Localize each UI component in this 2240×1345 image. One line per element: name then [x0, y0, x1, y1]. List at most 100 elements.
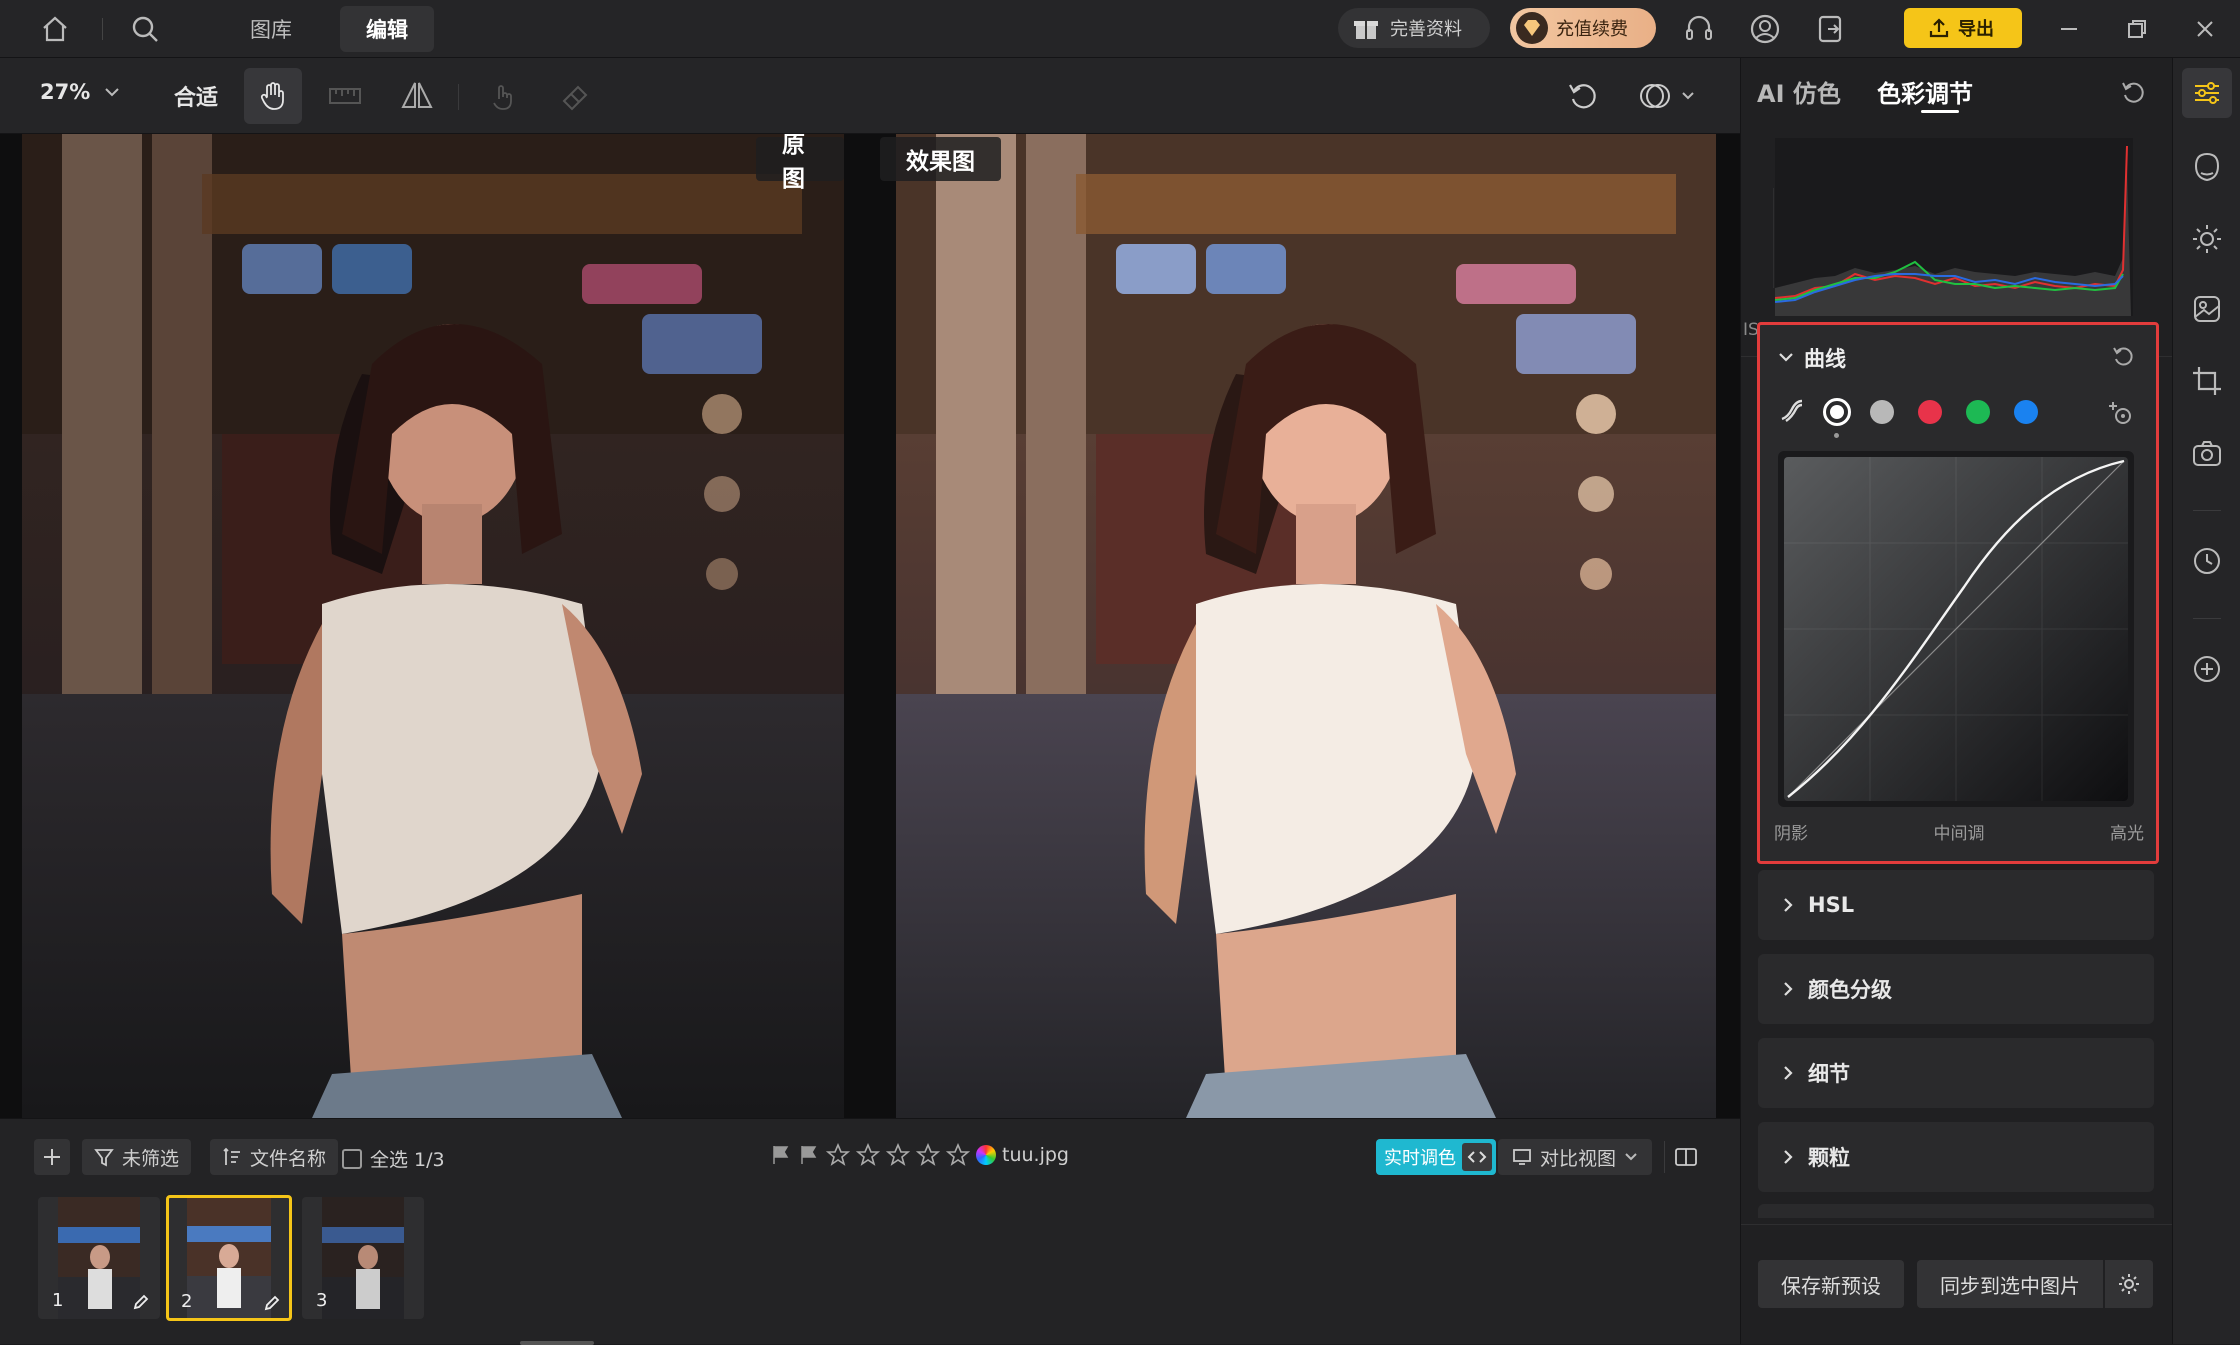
chevron-right-icon — [1784, 898, 1793, 912]
select-all-checkbox[interactable]: 全选 1/3 — [342, 1145, 445, 1172]
chevron-right-icon — [1784, 1066, 1793, 1080]
sliders-icon — [2195, 82, 2219, 104]
undo-button[interactable] — [1554, 68, 1612, 124]
sync-button[interactable]: 同步到选中图片 — [1917, 1260, 2103, 1308]
compare-view-select[interactable]: 对比视图 — [1498, 1139, 1653, 1175]
select-all-label: 全选 1/3 — [370, 1149, 445, 1171]
curve-graph[interactable] — [1778, 451, 2134, 807]
image-edit-button[interactable] — [2182, 284, 2232, 334]
right-rail — [2172, 58, 2240, 1344]
realtime-toggle[interactable]: 实时调色 — [1376, 1139, 1496, 1175]
restore-icon[interactable] — [2118, 10, 2156, 48]
curve-reset-button[interactable] — [2110, 343, 2136, 369]
channel-red[interactable] — [1918, 400, 1942, 424]
section-detail[interactable]: 细节 — [1758, 1038, 2154, 1108]
reset-all-button[interactable] — [2119, 78, 2147, 106]
overlap-icon — [1640, 84, 1670, 108]
add-point-button[interactable] — [2106, 399, 2136, 429]
eraser-tool[interactable] — [546, 68, 604, 124]
history-button[interactable] — [2182, 536, 2232, 586]
thumbnail[interactable]: 3 — [302, 1197, 424, 1319]
close-icon[interactable] — [2186, 10, 2224, 48]
eraser-icon — [562, 85, 588, 111]
channel-rgb[interactable] — [1823, 398, 1851, 426]
crop-button[interactable] — [2182, 356, 2232, 406]
color-label-icon[interactable] — [976, 1145, 996, 1165]
highlight-label: 高光 — [2110, 824, 2144, 844]
minimize-icon[interactable] — [2050, 10, 2088, 48]
flip-tool[interactable] — [388, 68, 446, 124]
divider — [102, 18, 103, 40]
recharge-button[interactable]: 充值续费 — [1510, 8, 1656, 48]
thumbnail[interactable]: 1 — [38, 1197, 160, 1319]
original-photo[interactable]: 原图 — [22, 134, 844, 1118]
export-button[interactable]: 导出 — [1904, 8, 2022, 48]
star-icon[interactable] — [946, 1143, 970, 1167]
effect-photo[interactable] — [896, 134, 1716, 1118]
reject-flag-icon[interactable] — [770, 1144, 792, 1166]
plus-circle-icon — [2194, 656, 2220, 682]
section-hsl[interactable]: HSL — [1758, 870, 2154, 940]
sun-icon — [2193, 225, 2221, 253]
sort-button[interactable]: 文件名称 — [210, 1139, 339, 1175]
sync-settings-button[interactable] — [2105, 1260, 2153, 1308]
straighten-tool[interactable] — [316, 68, 374, 124]
fit-button[interactable]: 合适 — [174, 80, 218, 112]
profile-button[interactable]: 完善资料 — [1338, 8, 1490, 48]
zoom-select[interactable]: 27% — [40, 80, 120, 104]
add-tool-button[interactable] — [2182, 644, 2232, 694]
reset-icon — [2122, 82, 2144, 103]
pick-flag-icon[interactable] — [798, 1144, 820, 1166]
curve-header[interactable]: 曲线 — [1778, 343, 1846, 373]
camera-button[interactable] — [2182, 428, 2232, 478]
clock-icon — [2194, 548, 2220, 574]
star-icon[interactable] — [826, 1143, 850, 1167]
active-tab-indicator — [1921, 110, 1959, 113]
tab-library[interactable]: 图库 — [224, 6, 318, 52]
thumbnail-selected[interactable]: 2 — [166, 1195, 292, 1321]
channel-green[interactable] — [1966, 400, 1990, 424]
image-canvas[interactable]: 原图 效果图 — [0, 134, 1740, 1118]
camera-icon — [2193, 441, 2221, 466]
channel-blue[interactable] — [2014, 400, 2038, 424]
filter-button[interactable]: 未筛选 — [82, 1139, 192, 1175]
compare-mode-select[interactable] — [1626, 68, 1706, 124]
curve-edit-tool[interactable] — [1778, 397, 1806, 425]
adjust-sliders-button[interactable] — [2182, 68, 2232, 118]
channel-luminance[interactable] — [1870, 400, 1894, 424]
section-color-grading[interactable]: 颜色分级 — [1758, 954, 2154, 1024]
brush-tool[interactable] — [474, 68, 532, 124]
split-view-button[interactable] — [1668, 1139, 1704, 1175]
star-icon[interactable] — [886, 1143, 910, 1167]
headset-icon[interactable] — [1680, 10, 1718, 48]
code-icon — [1462, 1143, 1492, 1171]
star-icon[interactable] — [916, 1143, 940, 1167]
split-view-icon — [1675, 1148, 1697, 1166]
sort-icon — [223, 1147, 240, 1165]
user-icon[interactable] — [1746, 10, 1784, 48]
logout-icon[interactable] — [1812, 10, 1850, 48]
tab-color-adjust[interactable]: 色彩调节 — [1877, 74, 1973, 109]
home-icon[interactable] — [36, 10, 74, 48]
midtone-label: 中间调 — [1933, 824, 1985, 844]
save-preset-button[interactable]: 保存新预设 — [1758, 1260, 1904, 1308]
tab-edit[interactable]: 编辑 — [340, 6, 434, 52]
hand-tool[interactable] — [244, 68, 302, 124]
tab-ai-style[interactable]: AI 仿色 — [1757, 74, 1841, 109]
search-icon[interactable] — [126, 10, 164, 48]
compare-label: 对比视图 — [1540, 1147, 1617, 1170]
monitor-icon — [1513, 1149, 1531, 1165]
add-button[interactable] — [34, 1139, 70, 1175]
chevron-down-icon — [1779, 353, 1793, 362]
diamond-icon — [1516, 12, 1548, 44]
export-label: 导出 — [1958, 19, 1994, 40]
sort-label: 文件名称 — [250, 1147, 327, 1170]
section-grain[interactable]: 颗粒 — [1758, 1122, 2154, 1192]
star-icon[interactable] — [856, 1143, 880, 1167]
shadow-label: 阴影 — [1774, 824, 1808, 844]
checkbox[interactable] — [342, 1148, 362, 1169]
scrollbar[interactable] — [520, 1341, 594, 1345]
light-button[interactable] — [2182, 214, 2232, 264]
skin-retouch-button[interactable] — [2182, 142, 2232, 192]
filter-label: 未筛选 — [122, 1147, 180, 1170]
